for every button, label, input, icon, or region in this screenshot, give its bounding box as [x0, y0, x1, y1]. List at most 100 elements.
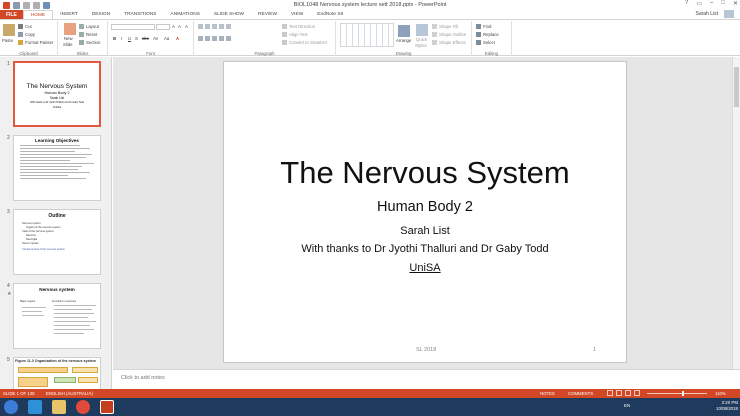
slide-author[interactable]: Sarah List — [224, 225, 626, 237]
notes-placeholder[interactable]: Click to add notes — [121, 375, 165, 381]
grow-font-button[interactable]: A — [172, 24, 175, 29]
notes-pane[interactable]: Click to add notes — [113, 369, 740, 389]
powerpoint-icon[interactable] — [100, 400, 114, 414]
shape-effects-button[interactable]: Shape Effects — [432, 40, 466, 45]
chrome-icon[interactable] — [76, 400, 90, 414]
quick-styles-label[interactable]: Styles — [415, 43, 427, 48]
slide-edit-area[interactable]: The Nervous System Human Body 2 Sarah Li… — [113, 57, 740, 369]
cut-button[interactable]: Cut — [18, 24, 32, 29]
maximize-button[interactable]: □ — [721, 0, 725, 7]
system-clock[interactable]: 2:20 PM 10/08/2018 — [716, 400, 738, 412]
shapes-gallery[interactable] — [340, 23, 394, 47]
slide-org[interactable]: UniSA — [224, 262, 626, 274]
slide-number: 1 — [7, 61, 10, 67]
new-slide-label[interactable]: Slide — [63, 42, 73, 47]
find-button[interactable]: Find — [476, 24, 491, 29]
slide-thanks[interactable]: With thanks to Dr Jyothi Thalluri and Dr… — [224, 243, 626, 255]
text-direction-button[interactable]: Text Direction — [282, 24, 315, 29]
italic-button[interactable]: I — [121, 36, 122, 41]
comments-button[interactable]: COMMENTS — [568, 391, 593, 396]
arrange-button[interactable]: Arrange — [396, 38, 411, 43]
normal-view-icon[interactable] — [607, 390, 613, 396]
user-name[interactable]: Sarah List — [695, 11, 718, 17]
keyboard-language[interactable]: EN — [624, 403, 630, 408]
tab-endnote[interactable]: EndNote X8 — [310, 10, 350, 19]
reading-view-icon[interactable] — [625, 390, 631, 396]
help-button[interactable]: ? — [685, 0, 688, 7]
bullets-button[interactable] — [198, 24, 231, 29]
quick-styles-button[interactable]: Quick — [416, 37, 427, 42]
convert-smartart-button[interactable]: Convert to SmartArt — [282, 40, 327, 45]
ribbon-tabs: FILE HOME INSERT DESIGN TRANSITIONS ANIM… — [0, 10, 740, 19]
paste-icon[interactable] — [3, 24, 15, 36]
copy-button[interactable]: Copy — [18, 32, 35, 37]
align-buttons[interactable] — [198, 36, 231, 41]
tab-view[interactable]: VIEW — [284, 10, 310, 19]
tab-file[interactable]: FILE — [0, 10, 23, 19]
change-case-button[interactable]: Aa — [164, 36, 169, 41]
char-spacing-button[interactable]: AV — [153, 36, 158, 41]
paste-button[interactable]: Paste — [2, 38, 13, 43]
tab-animations[interactable]: ANIMATIONS — [163, 10, 207, 19]
strikethrough-button[interactable]: abc — [142, 36, 149, 41]
slide-thumbnail-5[interactable]: Figure 11.3 Organization of the nervous … — [13, 357, 101, 389]
zoom-slider-thumb[interactable] — [682, 391, 684, 396]
tab-design[interactable]: DESIGN — [85, 10, 117, 19]
vertical-scrollbar[interactable] — [732, 57, 740, 369]
clear-formatting-button[interactable]: A — [185, 24, 188, 29]
tab-review[interactable]: REVIEW — [251, 10, 284, 19]
current-slide[interactable]: The Nervous System Human Body 2 Sarah Li… — [223, 61, 627, 363]
language-indicator[interactable]: ENGLISH (AUSTRALIA) — [46, 391, 93, 396]
font-color-button[interactable]: A — [176, 36, 179, 41]
tab-slide-show[interactable]: SLIDE SHOW — [207, 10, 251, 19]
reset-button[interactable]: Reset — [79, 32, 97, 37]
slide-sorter-icon[interactable] — [616, 390, 622, 396]
tab-transitions[interactable]: TRANSITIONS — [117, 10, 163, 19]
avatar[interactable] — [724, 10, 734, 18]
tab-home[interactable]: HOME — [22, 10, 54, 19]
align-center-icon — [205, 36, 210, 41]
new-slide-button[interactable]: New — [64, 36, 73, 41]
slides-label: Slides — [76, 51, 89, 56]
layout-button[interactable]: Layout — [79, 24, 99, 29]
new-slide-icon[interactable] — [64, 23, 76, 35]
drawing-group: Arrange Quick Styles Shape Fill Shape Ou… — [336, 21, 472, 56]
slide-thumbnail-4[interactable]: Nervous system Major organs Functions: n… — [13, 283, 101, 349]
shape-outline-button[interactable]: Shape Outline — [432, 32, 466, 37]
notes-button[interactable]: NOTES — [540, 391, 555, 396]
bold-button[interactable]: B — [113, 36, 116, 41]
shape-fill-button[interactable]: Shape Fill — [432, 24, 458, 29]
align-text-button[interactable]: Align Text — [282, 32, 308, 37]
zoom-slider[interactable] — [647, 393, 707, 394]
scrollbar-thumb[interactable] — [734, 67, 739, 107]
shrink-font-button[interactable]: A — [178, 24, 181, 29]
slide-thumbnail-pane[interactable]: 1 The Nervous System Human Body 2 Sarah … — [0, 57, 112, 389]
quick-styles-icon[interactable] — [416, 24, 428, 36]
slide-thumbnail-1[interactable]: The Nervous System Human Body 2 Sarah Li… — [13, 61, 101, 127]
slide-subtitle[interactable]: Human Body 2 — [224, 199, 626, 215]
arrange-icon[interactable] — [398, 25, 410, 37]
slide-thumbnail-2[interactable]: Learning Objectives — [13, 135, 101, 201]
font-family-dropdown[interactable] — [111, 24, 155, 30]
line-spacing-icon — [226, 24, 231, 29]
replace-button[interactable]: Replace — [476, 32, 499, 37]
fill-bucket-icon — [432, 24, 437, 29]
slideshow-view-icon[interactable] — [634, 390, 640, 396]
minimize-button[interactable]: – — [710, 0, 713, 7]
zoom-level[interactable]: 110% — [715, 391, 726, 396]
font-size-dropdown[interactable] — [156, 24, 170, 30]
shadow-button[interactable]: S — [135, 36, 138, 41]
folder-icon[interactable] — [52, 400, 66, 414]
underline-button[interactable]: U — [128, 36, 131, 41]
ie-icon[interactable] — [28, 400, 42, 414]
section-button[interactable]: Section — [79, 40, 100, 45]
outline-line: Nerve impulse — [22, 242, 39, 245]
format-painter-button[interactable]: Format Painter — [18, 40, 53, 45]
select-button[interactable]: Select — [476, 40, 495, 45]
slide-title[interactable]: The Nervous System — [224, 155, 626, 191]
slide-thumbnail-3[interactable]: Outline Nervous system Organs of the ner… — [13, 209, 101, 275]
tab-insert[interactable]: INSERT — [53, 10, 85, 19]
ribbon-display-button[interactable]: ▭ — [696, 0, 702, 7]
start-icon[interactable] — [4, 400, 18, 414]
close-button[interactable]: ✕ — [733, 0, 738, 7]
